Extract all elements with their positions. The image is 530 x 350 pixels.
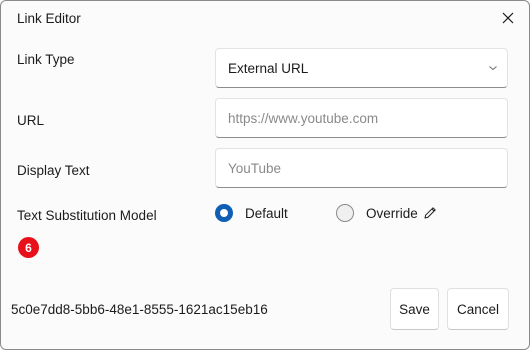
pencil-icon[interactable] [422,205,438,221]
display-text-placeholder: YouTube [228,160,282,176]
radio-default-indicator [215,204,233,222]
link-type-label: Link Type [17,52,75,67]
link-type-value: External URL [228,60,309,76]
radio-default[interactable]: Default [215,204,288,222]
chevron-down-icon [489,66,497,71]
radio-override-label: Override [366,205,418,221]
close-button[interactable] [497,7,519,29]
url-label: URL [17,113,45,128]
radio-default-label: Default [245,205,288,221]
url-field[interactable]: https://www.youtube.com [215,98,508,138]
link-editor-dialog: Link Editor Link Type External URL URL h… [0,0,530,350]
url-placeholder: https://www.youtube.com [228,110,379,126]
link-guid: 5c0e7dd8-5bb6-48e1-8555-1621ac15eb16 [11,302,268,317]
display-text-field[interactable]: YouTube [215,148,508,188]
radio-override[interactable]: Override [336,204,438,222]
save-button[interactable]: Save [390,288,439,330]
close-icon [502,12,514,24]
substitution-label: Text Substitution Model [17,208,157,223]
error-count-badge: 6 [18,237,39,258]
dialog-title: Link Editor [17,11,81,26]
link-type-select[interactable]: External URL [215,48,508,88]
display-text-label: Display Text [17,163,90,178]
cancel-button[interactable]: Cancel [447,288,509,330]
radio-override-indicator [336,204,354,222]
